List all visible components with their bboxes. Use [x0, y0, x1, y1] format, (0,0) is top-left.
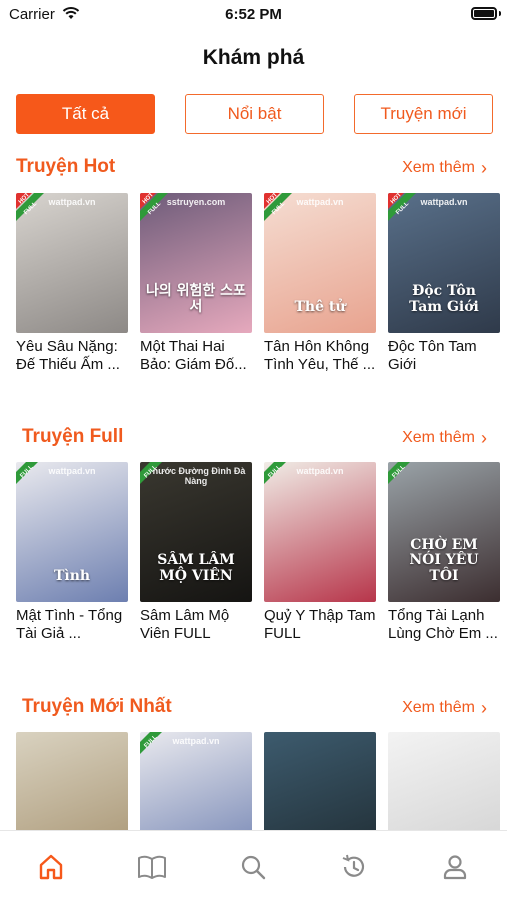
see-more-label: Xem thêm — [402, 699, 475, 716]
see-more-link[interactable]: Xem thêm › — [402, 429, 487, 447]
full-ribbon-badge: FULL — [264, 462, 286, 484]
book-cover: CHỜ EM NÓI YÊU TÔI FULL — [388, 462, 500, 602]
page-title: Khám phá — [202, 46, 305, 69]
chevron-right-icon: › — [481, 698, 487, 718]
full-ribbon-badge: HOTFULL — [16, 193, 44, 221]
cover-title-text: 나의 위험한 스포서 — [146, 283, 246, 315]
book-title: Mật Tình - Tổng Tài Giả ... — [16, 607, 123, 642]
book-cover: Phước Đường Đình Đà Nàng SÂM LÂM MỘ VIÊN F… — [140, 462, 252, 602]
nav-search[interactable] — [235, 849, 271, 885]
book-icon — [138, 855, 166, 879]
status-time: 6:52 PM — [225, 6, 282, 23]
book-cover: wattpad.vn FULL — [264, 462, 376, 602]
nav-home[interactable] — [33, 849, 69, 885]
see-more-link[interactable]: Xem thêm › — [402, 699, 487, 717]
see-more-label: Xem thêm — [402, 159, 475, 176]
book-title: Tân Hôn Không Tình Yêu, Thế ... — [264, 338, 376, 373]
book-cover: sstruyen.com 나의 위험한 스포서 HOT FULL — [140, 193, 252, 333]
status-bar: Carrier 6:52 PM — [0, 0, 507, 30]
full-ribbon-badge: FULL — [140, 462, 162, 484]
battery-icon — [471, 7, 497, 20]
tab-new[interactable]: Truyện mới — [354, 94, 493, 134]
book-title: Quỷ Y Thập Tam FULL — [264, 607, 376, 642]
full-ribbon-badge: FULL — [16, 462, 38, 484]
cover-title-text: Độc Tôn Tam Giới — [409, 283, 479, 315]
see-more-link[interactable]: Xem thêm › — [402, 159, 487, 177]
cover-title-text: CHỜ EM NÓI YÊU TÔI — [409, 536, 479, 584]
nav-history[interactable] — [336, 849, 372, 885]
full-ribbon-badge: FULL — [388, 462, 410, 484]
full-ribbon-badge: HOTFULL — [264, 193, 292, 221]
tab-all[interactable]: Tất cả — [16, 94, 155, 134]
chevron-right-icon: › — [481, 428, 487, 448]
nav-profile[interactable] — [437, 849, 473, 885]
bottom-navigation — [0, 830, 507, 901]
tab-featured[interactable]: Nổi bật — [185, 94, 324, 134]
chevron-right-icon: › — [481, 158, 487, 178]
home-icon — [39, 854, 63, 880]
book-title: Độc Tôn Tam Giới — [388, 338, 477, 373]
book-cover: wattpad.vn Tình FULL — [16, 462, 128, 602]
book-title: Một Thai Hai Bảo: Giám Đố... — [140, 338, 247, 373]
nav-library[interactable] — [134, 849, 170, 885]
book-title: Yêu Sâu Nặng: Đế Thiếu Ấm ... — [16, 338, 120, 373]
book-cover: wattpad.vn Độc Tôn Tam Giới HOT FULL — [388, 193, 500, 333]
see-more-label: Xem thêm — [402, 429, 475, 446]
search-icon — [241, 855, 266, 880]
full-ribbon-badge: HOTFULL — [140, 193, 168, 221]
history-icon — [342, 854, 365, 877]
full-ribbon-badge: HOTFULL — [388, 193, 416, 221]
cover-title-text: SÂM LÂM MỘ VIÊN — [157, 552, 235, 584]
profile-icon — [443, 855, 467, 880]
cover-title-text: Thê tử — [294, 298, 346, 315]
book-cover: wattpad.vn Thê tử HOT FULL — [264, 193, 376, 333]
section-title: Truyện Hot — [16, 156, 116, 177]
section-title: Truyện Full — [22, 426, 124, 447]
book-title: Sâm Lâm Mộ Viên FULL — [140, 607, 230, 642]
book-cover: wattpad.vn HOT FULL — [16, 193, 128, 333]
cover-title-text: Tình — [53, 567, 91, 584]
section-title: Truyện Mới Nhất — [22, 696, 172, 717]
book-title: Tổng Tài Lạnh Lùng Chờ Em ... — [388, 607, 498, 642]
full-ribbon-badge: FULL — [140, 732, 162, 754]
filter-tabs: Tất cả Nổi bật Truyện mới — [16, 94, 493, 136]
